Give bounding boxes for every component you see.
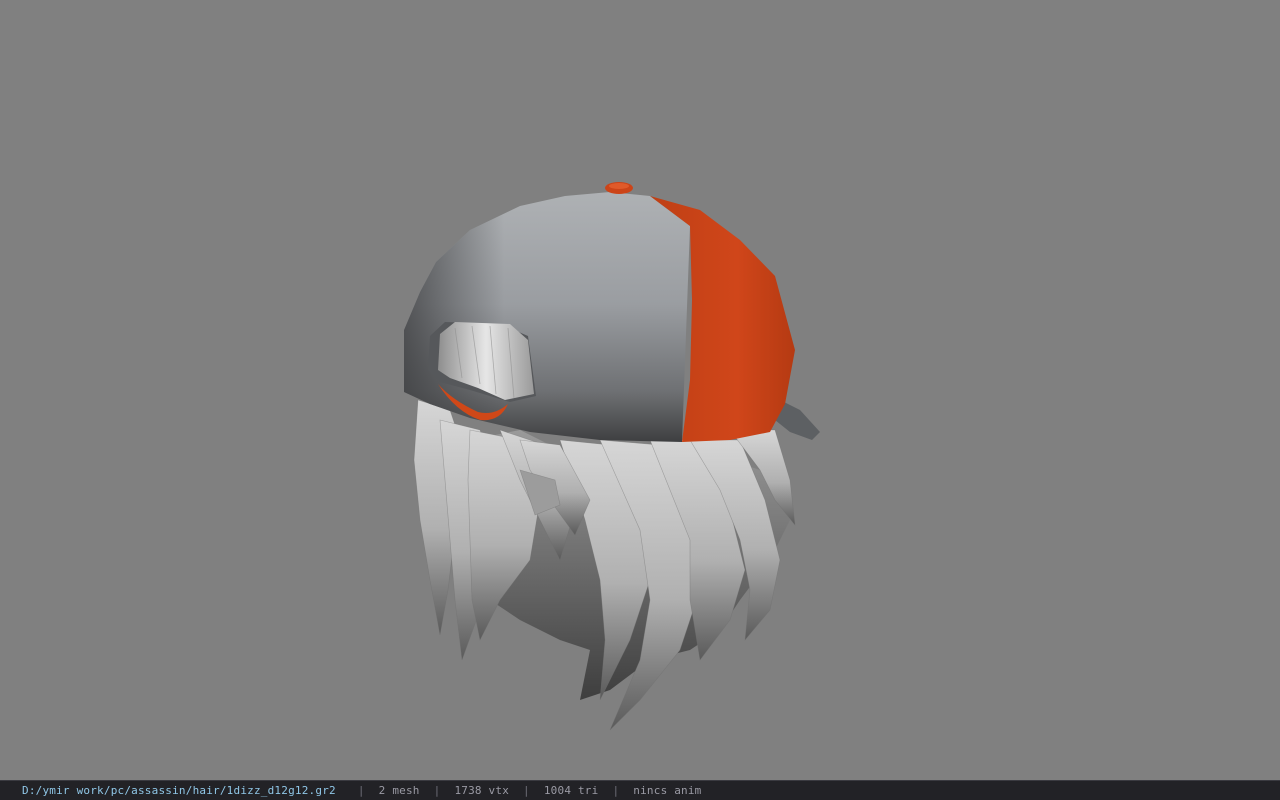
status-separator: | bbox=[433, 784, 441, 797]
status-bar: D:/ymir work/pc/assassin/hair/1dizz_d12g… bbox=[0, 780, 1280, 800]
status-separator: | bbox=[612, 784, 620, 797]
vertex-count: 1738 vtx bbox=[454, 784, 510, 797]
hair-strands bbox=[413, 399, 796, 731]
anim-status: nincs anim bbox=[633, 784, 702, 797]
status-separator: | bbox=[523, 784, 530, 797]
file-path: D:/ymir work/pc/assassin/hair/1dizz_d12g… bbox=[22, 784, 336, 797]
triangle-count: 1004 tri bbox=[543, 784, 599, 797]
cap-with-hair-model[interactable] bbox=[0, 0, 1280, 780]
model-viewer-window: D:/ymir work/pc/assassin/hair/1dizz_d12g… bbox=[0, 0, 1280, 800]
3d-viewport[interactable] bbox=[0, 0, 1280, 780]
status-separator: | bbox=[357, 784, 365, 797]
mesh-count: 2 mesh bbox=[378, 784, 420, 797]
cap-body bbox=[404, 182, 795, 442]
